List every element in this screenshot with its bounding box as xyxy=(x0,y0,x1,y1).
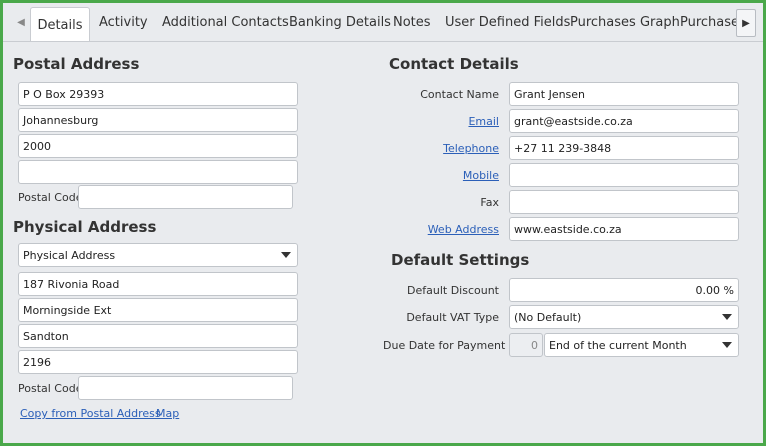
postal-code-field[interactable] xyxy=(78,185,293,209)
due-option-select[interactable]: End of the current Month xyxy=(544,333,739,357)
tab-label: Notes xyxy=(393,14,431,30)
chevron-down-icon xyxy=(281,252,291,258)
physical-line3-field[interactable]: Sandton xyxy=(18,324,298,348)
due-option-value: End of the current Month xyxy=(549,338,687,352)
tab-label: Additional Contacts xyxy=(162,14,289,30)
postal-code-label: Postal Code xyxy=(18,191,83,204)
tab-label: Details xyxy=(37,17,83,33)
tab-purchase-c[interactable]: Purchase C xyxy=(680,3,736,41)
default-vat-select[interactable]: (No Default) xyxy=(509,305,739,329)
postal-line2-field[interactable]: Johannesburg xyxy=(18,108,298,132)
tab-label: Purchase C xyxy=(680,14,736,30)
default-vat-value: (No Default) xyxy=(514,310,582,324)
web-address-field[interactable]: www.eastside.co.za xyxy=(509,217,739,241)
tab-overflow-clip: Purchase C xyxy=(673,3,736,41)
email-link[interactable]: Email xyxy=(383,115,499,128)
tab-label: Purchases Graph xyxy=(570,14,680,30)
due-date-label: Due Date for Payment xyxy=(383,339,506,352)
tab-label: Activity xyxy=(99,14,148,30)
tab-activity[interactable]: Activity xyxy=(99,3,148,41)
default-discount-label: Default Discount xyxy=(407,284,499,297)
contact-name-field[interactable]: Grant Jensen xyxy=(509,82,739,106)
chevron-down-icon xyxy=(722,342,732,348)
physical-line4-field[interactable]: 2196 xyxy=(18,350,298,374)
email-field[interactable]: grant@eastside.co.za xyxy=(509,109,739,133)
default-settings-title: Default Settings xyxy=(391,251,530,269)
tab-label: User Defined Fields xyxy=(445,14,571,30)
telephone-field[interactable]: +27 11 239-3848 xyxy=(509,136,739,160)
postal-line3-field[interactable]: 2000 xyxy=(18,134,298,158)
physical-address-type-value: Physical Address xyxy=(23,248,116,262)
tab-divider xyxy=(3,41,763,42)
tab-details[interactable]: Details xyxy=(30,7,90,42)
tab-notes[interactable]: Notes xyxy=(393,3,431,41)
web-address-link[interactable]: Web Address xyxy=(383,223,499,236)
tab-banking-details[interactable]: Banking Details xyxy=(289,3,391,41)
mobile-link[interactable]: Mobile xyxy=(383,169,499,182)
copy-from-postal-link[interactable]: Copy from Postal Address xyxy=(20,407,161,420)
physical-line1-field[interactable]: 187 Rivonia Road xyxy=(18,272,298,296)
physical-address-type-select[interactable]: Physical Address xyxy=(18,243,298,267)
fax-field[interactable] xyxy=(509,190,739,214)
tab-user-defined-fields[interactable]: User Defined Fields xyxy=(445,3,570,41)
tab-bar: ◀ Details Activity Additional Contacts B… xyxy=(3,3,763,42)
customer-details-panel: ◀ Details Activity Additional Contacts B… xyxy=(0,0,766,446)
physical-postal-code-field[interactable] xyxy=(78,376,293,400)
triangle-left-icon[interactable]: ◀ xyxy=(13,9,29,35)
contact-name-label: Contact Name xyxy=(420,88,499,101)
postal-address-title: Postal Address xyxy=(13,55,140,73)
postal-line1-field[interactable]: P O Box 29393 xyxy=(18,82,298,106)
chevron-down-icon xyxy=(722,314,732,320)
physical-address-title: Physical Address xyxy=(13,218,157,236)
tab-label: Banking Details xyxy=(289,14,391,30)
fax-label: Fax xyxy=(480,196,499,209)
due-days-field[interactable]: 0 xyxy=(509,333,543,357)
tab-additional-contacts[interactable]: Additional Contacts xyxy=(162,3,289,41)
physical-line2-field[interactable]: Morningside Ext xyxy=(18,298,298,322)
triangle-right-icon[interactable]: ▶ xyxy=(736,9,756,37)
telephone-link[interactable]: Telephone xyxy=(383,142,499,155)
default-discount-field[interactable]: 0.00 % xyxy=(509,278,739,302)
mobile-field[interactable] xyxy=(509,163,739,187)
tab-purchases-graph[interactable]: Purchases Graph xyxy=(570,3,680,41)
default-vat-label: Default VAT Type xyxy=(406,311,499,324)
physical-postal-code-label: Postal Code xyxy=(18,382,83,395)
postal-line4-field[interactable] xyxy=(18,160,298,184)
map-link[interactable]: Map xyxy=(156,407,179,420)
contact-details-title: Contact Details xyxy=(389,55,519,73)
